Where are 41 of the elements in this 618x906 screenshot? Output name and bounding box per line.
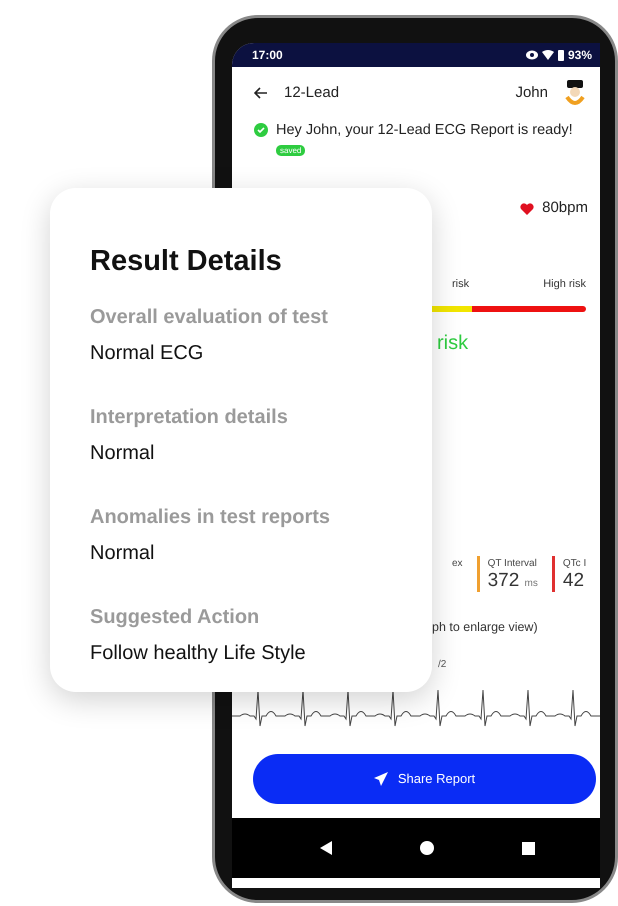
eye-icon (526, 50, 538, 60)
heart-icon (520, 202, 534, 215)
field-value: Normal (90, 540, 156, 566)
metric-value: 372 ms (488, 571, 538, 592)
home-nav-button[interactable] (420, 841, 434, 856)
back-arrow-icon (254, 87, 268, 99)
user-name: John (515, 82, 548, 103)
status-time: 17:00 (252, 47, 283, 64)
wifi-icon (542, 50, 554, 60)
saved-badge: saved (276, 145, 306, 156)
heart-rate: 80bpm (542, 198, 588, 218)
card-title: Result Details (90, 244, 283, 279)
check-circle-icon (254, 123, 268, 137)
metric-value: 42 (562, 571, 586, 592)
risk-label: High risk (543, 276, 586, 292)
share-report-button[interactable]: Share Report (253, 754, 596, 804)
hint-text: ph to enlarge view) (432, 619, 539, 636)
square-recents-icon (522, 842, 535, 855)
page-indicator: /2 (438, 658, 448, 672)
field-value: Normal ECG (90, 340, 204, 366)
back-nav-button[interactable] (320, 841, 332, 856)
risk-label: risk (452, 276, 470, 292)
screen-title: 12-Lead (284, 82, 340, 103)
field-label: Anomalies in test reports (90, 504, 332, 530)
back-button[interactable] (254, 87, 268, 99)
field-label: Interpretation details (90, 404, 289, 430)
avatar-icon (564, 79, 586, 107)
battery-icon (558, 49, 564, 61)
field-value: Normal (90, 440, 156, 466)
circle-home-icon (420, 841, 434, 856)
battery-level: 93% (568, 47, 592, 64)
metric-label: QT Interval (488, 557, 538, 572)
field-label: Overall evaluation of test (90, 304, 329, 330)
risk-result: risk (437, 331, 470, 356)
triangle-back-icon (320, 841, 332, 856)
send-icon (374, 772, 388, 786)
recents-nav-button[interactable] (522, 842, 535, 855)
field-label: Suggested Action (90, 604, 260, 630)
field-value: Follow healthy Life Style (90, 640, 307, 666)
metric-label: QTc I (562, 557, 586, 572)
metric-label: ex (452, 557, 463, 572)
